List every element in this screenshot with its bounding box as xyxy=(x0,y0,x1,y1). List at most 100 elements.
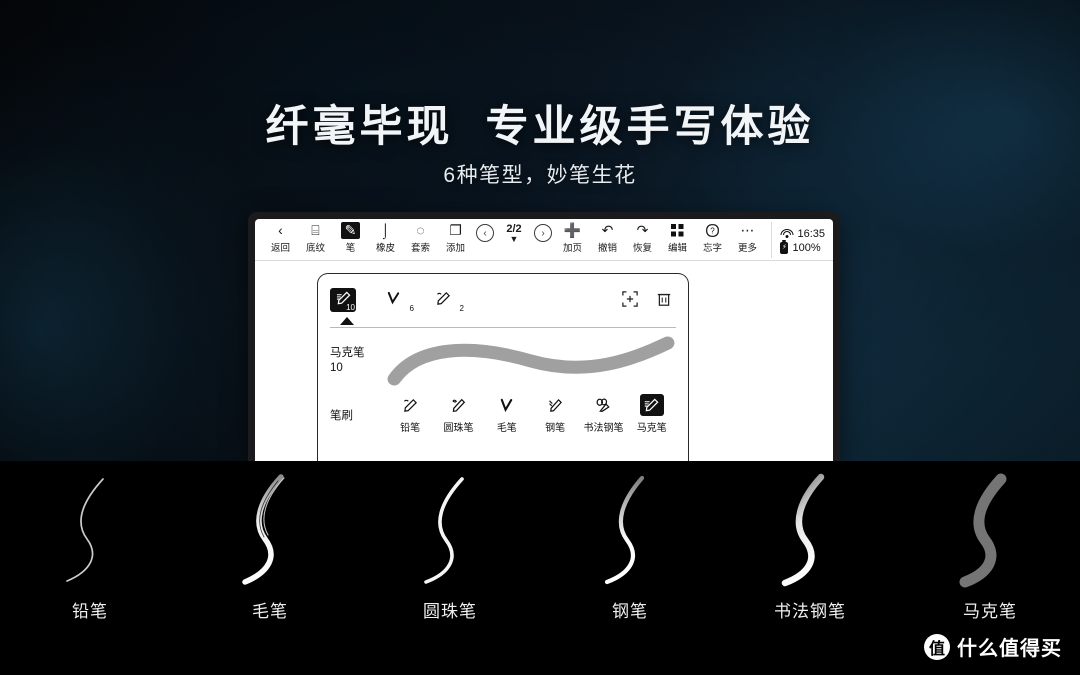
page-title: 纤毫毕现 专业级手写体验 xyxy=(265,103,815,151)
add-preset-icon[interactable] xyxy=(622,290,638,310)
toolbar-label: 撤销 xyxy=(597,243,617,254)
pen-settings-card: 10 6 2 马克笔 10 笔刷 铅笔 圆珠笔 毛笔 钢笔 书法钢笔 马克笔 xyxy=(317,273,689,461)
toolbar-item-more[interactable]: ⋯ 更多 xyxy=(730,222,765,254)
stroke-sample-ballpoint xyxy=(360,469,540,589)
brush-pen-icon xyxy=(386,291,401,309)
more-icon: ⋯ xyxy=(740,222,755,238)
toolbar-item-undo[interactable]: ↶ 撤销 xyxy=(590,222,625,254)
brush-item-fountain-pen[interactable]: 钢笔 xyxy=(531,394,579,434)
pen-card-actions xyxy=(622,290,676,310)
stroke-sample-pencil xyxy=(0,469,180,589)
brush-item-pencil[interactable]: 铅笔 xyxy=(386,394,434,434)
pen-preset-2[interactable]: 6 xyxy=(380,288,414,313)
delete-preset-icon[interactable] xyxy=(656,291,672,310)
word-help-icon: ? xyxy=(706,222,719,239)
battery-icon xyxy=(780,241,789,254)
pen-preset-size: 2 xyxy=(459,304,464,313)
toolbar-left-group: ‹ 返回 ⌸ 底纹 ✎ 笔 ⌡ 橡皮 ◌ 套索 ❐ 添加 xyxy=(263,222,473,254)
stroke-sample-fountain xyxy=(540,469,720,589)
status-time: 16:35 xyxy=(797,227,825,240)
stroke-preview-label: 马克笔 10 xyxy=(330,346,386,376)
watermark-text: 什么值得买 xyxy=(957,638,1062,660)
brush-label: 钢笔 xyxy=(545,423,566,434)
stroke-preview-name: 马克笔 xyxy=(330,347,365,359)
toolbar-item-add[interactable]: ❐ 添加 xyxy=(438,222,473,254)
back-chevron-icon: ‹ xyxy=(278,222,283,238)
toolbar-right-group: ➕ 加页 ↶ 撤销 ↷ 恢复 编辑 ? 忘字 ⋯ 更多 xyxy=(555,222,765,254)
grid-edit-icon xyxy=(671,222,684,239)
toolbar-label: 橡皮 xyxy=(375,243,395,254)
add-page-icon: ➕ xyxy=(563,222,582,238)
watermark: 值 什么值得买 xyxy=(924,632,1062,661)
brush-label: 书法钢笔 xyxy=(583,423,624,434)
toolbar-label: 忘字 xyxy=(702,243,722,254)
status-battery-value: 100% xyxy=(792,241,821,254)
toolbar-label: 返回 xyxy=(270,243,290,254)
brush-item-ballpoint[interactable]: 圆珠笔 xyxy=(434,394,482,434)
pen-icon: ✎ xyxy=(341,222,360,239)
chevron-down-icon: ▼ xyxy=(509,234,519,244)
toolbar-item-texture[interactable]: ⌸ 底纹 xyxy=(298,222,333,254)
pen-labels-row: 铅笔 毛笔 圆珠笔 钢笔 书法钢笔 马克笔 xyxy=(0,597,1080,622)
toolbar-item-edit[interactable]: 编辑 xyxy=(660,222,695,254)
toolbar-item-pen[interactable]: ✎ 笔 xyxy=(333,222,368,254)
brush-item-calligraphy-brush[interactable]: 毛笔 xyxy=(483,394,531,434)
tablet-device: ‹ 返回 ⌸ 底纹 ✎ 笔 ⌡ 橡皮 ◌ 套索 ❐ 添加 ‹ 2/2 ▼ › ➕… xyxy=(248,212,840,461)
toolbar-label: 笔 xyxy=(345,243,356,254)
pen-label-brush: 毛笔 xyxy=(252,602,288,621)
toolbar-item-eraser[interactable]: ⌡ 橡皮 xyxy=(368,222,403,254)
pen-label-marker: 马克笔 xyxy=(963,602,1017,621)
status-battery: 100% xyxy=(780,241,821,254)
tablet-screen: ‹ 返回 ⌸ 底纹 ✎ 笔 ⌡ 橡皮 ◌ 套索 ❐ 添加 ‹ 2/2 ▼ › ➕… xyxy=(255,219,833,461)
brush-selection-row: 笔刷 铅笔 圆珠笔 毛笔 钢笔 书法钢笔 马克笔 xyxy=(330,390,676,434)
page-subtitle: 6种笔型，妙笔生花 xyxy=(443,164,637,187)
stroke-sample-calligraphy xyxy=(720,469,900,589)
brush-item-calligraphy-pen[interactable]: 书法钢笔 xyxy=(579,394,627,434)
pen-label-ballpoint: 圆珠笔 xyxy=(423,602,477,621)
pen-preset-size: 6 xyxy=(409,304,414,313)
calligraphy-pen-icon xyxy=(591,394,615,416)
add-shape-icon: ❐ xyxy=(449,222,462,238)
pen-label-fountain: 钢笔 xyxy=(612,602,648,621)
page-counter[interactable]: 2/2 ▼ xyxy=(499,223,529,244)
toolbar-item-redo[interactable]: ↷ 恢复 xyxy=(625,222,660,254)
toolbar-label: 编辑 xyxy=(667,243,687,254)
pen-preset-row: 10 6 2 xyxy=(330,283,676,317)
page-root: 纤毫毕现 专业级手写体验 6种笔型，妙笔生花 ‹ 返回 ⌸ 底纹 ✎ 笔 ⌡ 橡… xyxy=(0,0,1080,675)
brush-item-marker[interactable]: 马克笔 xyxy=(628,394,676,434)
toolbar-label: 底纹 xyxy=(305,243,325,254)
watermark-logo-icon: 值 xyxy=(924,633,950,660)
brush-label: 马克笔 xyxy=(636,423,667,434)
toolbar-item-word-help[interactable]: ? 忘字 xyxy=(695,222,730,254)
status-bar: 16:35 100% xyxy=(771,222,827,258)
stroke-preview-row: 马克笔 10 xyxy=(330,328,676,390)
pen-preset-3[interactable]: 2 xyxy=(430,288,464,313)
stroke-preview-size: 10 xyxy=(330,362,343,374)
next-page-icon[interactable]: › xyxy=(534,224,552,242)
pen-preset-size: 10 xyxy=(346,303,355,312)
fountain-pen-icon xyxy=(543,394,567,416)
calligraphy-brush-icon xyxy=(495,394,519,416)
brush-label: 毛笔 xyxy=(496,423,517,434)
pen-label-calligraphy: 书法钢笔 xyxy=(774,602,846,621)
brush-row-label: 笔刷 xyxy=(330,410,353,422)
marker-pen-icon xyxy=(639,394,664,416)
stroke-preview-canvas xyxy=(386,333,676,389)
selected-preset-caret xyxy=(330,317,676,326)
toolbar-label: 更多 xyxy=(737,243,757,254)
pen-preset-1[interactable]: 10 xyxy=(330,288,356,312)
brush-label: 铅笔 xyxy=(400,423,421,434)
lasso-icon: ◌ xyxy=(416,222,425,238)
stroke-sample-brush xyxy=(180,469,360,589)
toolbar-item-lasso[interactable]: ◌ 套索 xyxy=(403,222,438,254)
texture-icon: ⌸ xyxy=(311,222,320,238)
prev-page-icon[interactable]: ‹ xyxy=(476,224,494,242)
toolbar-item-back[interactable]: ‹ 返回 xyxy=(263,222,298,254)
toolbar-label: 恢复 xyxy=(632,243,652,254)
app-toolbar: ‹ 返回 ⌸ 底纹 ✎ 笔 ⌡ 橡皮 ◌ 套索 ❐ 添加 ‹ 2/2 ▼ › ➕… xyxy=(255,219,833,261)
toolbar-label: 套索 xyxy=(410,243,430,254)
eraser-icon: ⌡ xyxy=(381,222,390,238)
toolbar-item-add-page[interactable]: ➕ 加页 xyxy=(555,222,590,254)
stroke-sample-marker xyxy=(900,469,1080,589)
wifi-icon xyxy=(780,228,794,239)
